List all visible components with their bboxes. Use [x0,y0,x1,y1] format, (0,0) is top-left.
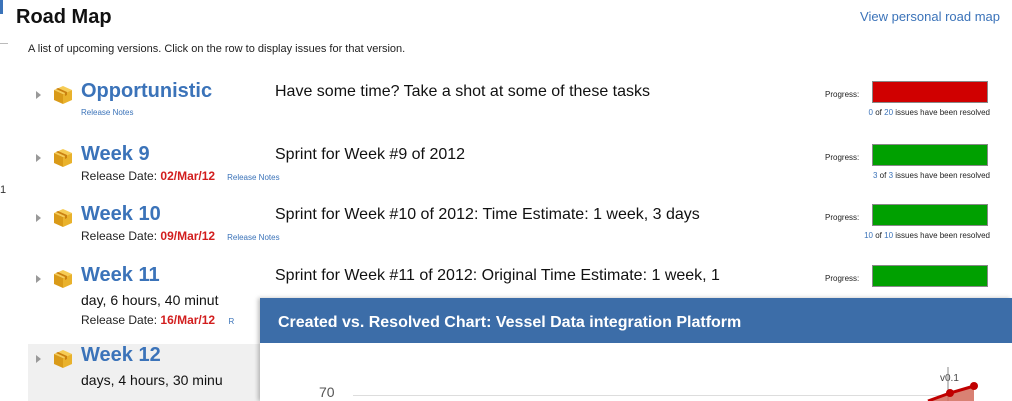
version-description: Sprint for Week #9 of 2012 [275,146,466,163]
release-date-value: 09/Mar/12 [160,229,216,243]
release-date-label: Release Date: [81,229,158,243]
expand-arrow-icon[interactable] [36,275,41,283]
resolved-suffix: issues have been resolved [895,231,990,240]
version-description: Have some time? Take a shot at some of t… [275,83,650,100]
release-date: Release Date: 16/Mar/12 R [81,313,234,327]
release-date-value: 16/Mar/12 [160,313,216,327]
page-edge-dash [0,43,8,44]
expand-arrow-icon[interactable] [36,355,41,363]
version-description-cont: days, 4 hours, 30 minu [81,372,223,388]
release-notes-link[interactable]: R [228,317,234,326]
resolved-summary: 10 of 10 issues have been resolved [808,231,990,240]
release-date-value: 02/Mar/12 [160,169,216,183]
resolved-suffix: issues have been resolved [895,108,990,117]
progress-bar [872,81,988,103]
expand-arrow-icon[interactable] [36,91,41,99]
progress-label: Progress: [825,153,860,162]
total-count-link[interactable]: 3 [889,171,893,180]
version-row-week-9[interactable]: Week 9 Release Date: 02/Mar/12 Release No… [28,143,998,203]
page-title: Road Map [16,6,112,28]
progress-label: Progress: [825,213,860,222]
progress-label: Progress: [825,274,860,283]
created-vs-resolved-chart-popup: Created vs. Resolved Chart: Vessel Data … [260,298,1012,401]
resolved-summary: 0 of 20 issues have been resolved [808,108,990,117]
resolved-of: of [875,231,882,240]
page-edge-accent [0,0,3,14]
total-count-link[interactable]: 20 [884,108,893,117]
progress-bar [872,265,988,287]
release-date-label: Release Date: [81,169,158,183]
chart-area: 70 v0.1 [260,343,1012,401]
version-description: Sprint for Week #11 of 2012: Original Ti… [275,267,720,284]
progress-bar [872,204,988,226]
expand-arrow-icon[interactable] [36,154,41,162]
created-point [970,382,978,390]
release-date: Release Date: 02/Mar/12 Release Notes [81,169,280,183]
progress-bar [872,144,988,166]
chart-popup-title: Created vs. Resolved Chart: Vessel Data … [278,314,742,331]
package-icon [52,268,74,295]
version-row-opportunistic[interactable]: Opportunistic Release Notes Have some ti… [28,80,998,140]
version-description-cont: day, 6 hours, 40 minut [81,292,219,308]
resolved-count-link[interactable]: 10 [864,231,873,240]
version-name[interactable]: Week 11 [81,264,160,287]
package-icon [52,147,74,174]
resolved-of: of [879,171,887,180]
version-row-week-10[interactable]: Week 10 Release Date: 09/Mar/12 Release N… [28,203,998,263]
expand-arrow-icon[interactable] [36,214,41,222]
resolved-suffix: issues have been resolved [895,171,990,180]
version-name[interactable]: Week 9 [81,143,150,166]
resolved-summary: 3 of 3 issues have been resolved [808,171,990,180]
version-description: Sprint for Week #10 of 2012: Time Estima… [275,206,700,223]
chart-popup-header: Created vs. Resolved Chart: Vessel Data … [260,298,1012,343]
resolved-count-link[interactable]: 3 [873,171,877,180]
package-icon [52,348,74,375]
created-point [946,389,954,397]
release-notes-link[interactable]: Release Notes [227,173,279,182]
release-notes-link[interactable]: Release Notes [81,108,133,117]
version-name[interactable]: Week 12 [81,344,161,367]
version-name[interactable]: Opportunistic [81,80,212,103]
package-icon [52,207,74,234]
view-personal-road-map-link[interactable]: View personal road map [860,9,1000,24]
stray-text: 1 [0,184,7,196]
release-date-label: Release Date: [81,313,158,327]
progress-label: Progress: [825,90,860,99]
total-count-link[interactable]: 10 [884,231,893,240]
release-notes-link[interactable]: Release Notes [227,233,279,242]
resolved-count-link[interactable]: 0 [869,108,873,117]
release-date: Release Date: 09/Mar/12 Release Notes [81,229,280,243]
resolved-of: of [875,108,882,117]
chart-plot [927,367,978,401]
version-name[interactable]: Week 10 [81,203,161,226]
package-icon [52,84,74,111]
road-map-intro: A list of upcoming versions. Click on th… [28,43,406,55]
